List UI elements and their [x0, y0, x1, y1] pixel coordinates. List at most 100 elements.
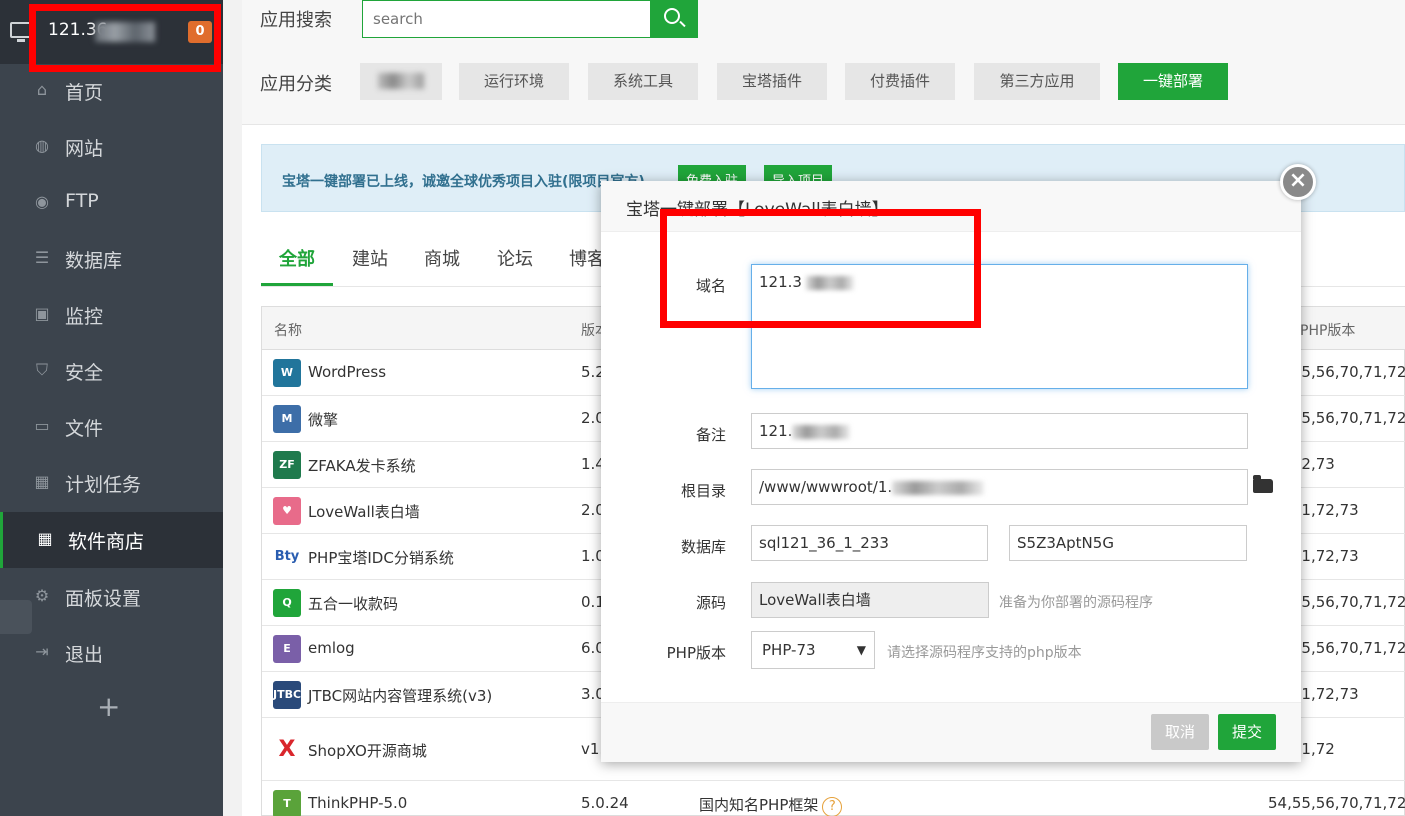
sidebar-item-10[interactable]: ⇥ 退出 — [0, 625, 223, 681]
search-button[interactable] — [650, 0, 698, 38]
tab-underline — [261, 283, 333, 286]
category-button-3[interactable]: 付费插件 — [845, 63, 955, 100]
app-name: emlog — [308, 639, 355, 657]
database-label: 数据库 — [680, 538, 726, 556]
php-hint: 请选择源码程序支持的php版本 — [887, 645, 1082, 661]
app-logo-icon: M — [273, 405, 301, 433]
root-input[interactable]: /www/wwwroot/1. — [751, 469, 1248, 505]
shield-icon: ⛉ — [35, 360, 48, 379]
db-password-input[interactable]: S5Z3AptN5G — [1009, 525, 1247, 561]
app-name: ZFAKA发卡系统 — [308, 457, 416, 475]
sidebar-item-3[interactable]: ☰ 数据库 — [0, 231, 223, 287]
source-input: LoveWall表白墙 — [751, 582, 989, 618]
search-icon — [664, 8, 680, 24]
tab-4[interactable]: 博客 — [569, 245, 605, 271]
tab-3[interactable]: 论坛 — [497, 245, 533, 271]
app-version: 5.0.24 — [581, 794, 629, 812]
sidebar-item-label: 首页 — [65, 82, 104, 104]
add-button[interactable]: + — [97, 690, 120, 723]
app-php-versions: 54,55,56,70,71,72 — [1268, 794, 1405, 812]
app-name: ShopXO开源商城 — [308, 742, 427, 760]
submit-button[interactable]: 提交 — [1218, 714, 1276, 750]
sidebar-item-6[interactable]: ▭ 文件 — [0, 399, 223, 455]
help-icon[interactable]: ? — [822, 797, 843, 816]
php-label: PHP版本 — [666, 644, 726, 662]
app-logo-icon: ♥ — [273, 497, 301, 525]
tab-0[interactable]: 全部 — [279, 245, 315, 271]
table-row[interactable]: T ThinkPHP-5.0 5.0.24 54,55,56,70,71,72 国内知名… — [262, 781, 1405, 816]
app-logo-icon: Q — [273, 589, 301, 617]
redacted-root — [892, 480, 985, 495]
app-name: ThinkPHP-5.0 — [308, 794, 408, 812]
app-logo-icon: X — [273, 736, 301, 764]
sidebar-item-label: 数据库 — [65, 250, 123, 272]
grid-icon: ▦ — [37, 529, 53, 548]
sidebar-item-4[interactable]: ▣ 监控 — [0, 287, 223, 343]
sidebar-item-label: FTP — [65, 190, 99, 212]
folder-open-icon[interactable] — [1253, 475, 1273, 493]
sidebar-toggle[interactable] — [0, 600, 32, 634]
sidebar-item-label: 软件商店 — [68, 531, 145, 553]
app-logo-icon: Bty — [273, 543, 301, 571]
app-logo-icon: JTBC — [273, 681, 301, 709]
ftp-icon: ◉ — [35, 192, 49, 211]
col-php: PHP版本 — [1300, 323, 1356, 339]
store-toolbar: 应用搜索 应用分类 运行环境系统工具宝塔插件付费插件第三方应用一键部署 — [242, 0, 1405, 125]
category-button-2[interactable]: 宝塔插件 — [717, 63, 827, 100]
cancel-button[interactable]: 取消 — [1151, 714, 1209, 750]
remark-label: 备注 — [695, 426, 726, 444]
highlight-box-domain — [660, 209, 981, 328]
app-name: PHP宝塔IDC分销系统 — [308, 549, 454, 567]
sidebar-item-1[interactable]: ◍ 网站 — [0, 119, 223, 175]
sidebar-item-2[interactable]: ◉ FTP — [0, 175, 223, 231]
sidebar-item-7[interactable]: ▦ 计划任务 — [0, 455, 223, 511]
db-name-input[interactable]: sql121_36_1_233 — [751, 525, 988, 561]
notice-text: 宝塔一键部署已上线，诚邀全球优秀项目入驻(限项目官方) — [282, 174, 645, 190]
sidebar-item-label: 文件 — [65, 418, 104, 440]
sidebar: 121.36 0 ⌂ 首页 ◍ 网站 ◉ FTP ☰ 数据库 ▣ 监控 ⛉ 安全 ▭ 文件 ▦ 计划任务 ▦ 软件… — [0, 0, 223, 816]
source-label: 源码 — [695, 594, 726, 612]
app-name: LoveWall表白墙 — [308, 503, 420, 521]
folder-icon: ▭ — [34, 416, 50, 435]
app-logo-icon: E — [273, 635, 301, 663]
sidebar-item-8[interactable]: ▦ 软件商店 — [0, 512, 223, 568]
php-version-select[interactable]: PHP-73 ▼ — [751, 631, 875, 669]
sidebar-item-9[interactable]: ⚙ 面板设置 — [0, 569, 223, 625]
sidebar-item-5[interactable]: ⛉ 安全 — [0, 343, 223, 399]
logout-icon: ⇥ — [35, 642, 49, 661]
root-value: /www/wwwroot/1. — [759, 478, 893, 496]
app-description: 国内知名PHP框架? — [699, 794, 843, 816]
root-label: 根目录 — [680, 482, 726, 500]
category-redacted[interactable] — [360, 63, 442, 100]
category-button-1[interactable]: 系统工具 — [588, 63, 698, 100]
sidebar-item-label: 计划任务 — [65, 474, 142, 496]
redacted-remark — [792, 424, 851, 439]
category-label: 应用分类 — [260, 74, 332, 95]
tab-2[interactable]: 商城 — [424, 245, 460, 271]
sidebar-item-label: 监控 — [65, 306, 104, 328]
category-button-4[interactable]: 第三方应用 — [974, 63, 1100, 100]
app-name: 微擎 — [308, 411, 339, 429]
category-button-0[interactable]: 运行环境 — [459, 63, 569, 100]
col-name: 名称 — [274, 323, 302, 339]
home-icon: ⌂ — [36, 80, 48, 99]
gear-icon: ⚙ — [34, 586, 50, 605]
close-icon[interactable]: × — [1280, 164, 1316, 200]
tab-1[interactable]: 建站 — [352, 245, 388, 271]
app-logo-icon: W — [273, 359, 301, 387]
sidebar-item-label: 安全 — [65, 362, 104, 384]
dropdown-arrow-icon: ▼ — [856, 643, 866, 657]
app-name: JTBC网站内容管理系统(v3) — [308, 687, 493, 705]
search-input[interactable] — [362, 0, 652, 38]
app-name: WordPress — [308, 363, 387, 381]
dialog-footer: 取消 提交 — [601, 702, 1301, 762]
category-button-5[interactable]: 一键部署 — [1118, 63, 1228, 100]
remark-value: 121. — [759, 422, 793, 440]
monitor-icon: ▣ — [34, 304, 50, 323]
highlight-box-ip — [29, 4, 221, 72]
app-description-text: 国内知名PHP框架 — [699, 796, 819, 814]
sidebar-item-label: 网站 — [65, 138, 104, 160]
source-hint: 准备为你部署的源码程序 — [999, 595, 1153, 611]
remark-input[interactable]: 121. — [751, 413, 1248, 449]
app-logo-icon: T — [273, 790, 301, 816]
